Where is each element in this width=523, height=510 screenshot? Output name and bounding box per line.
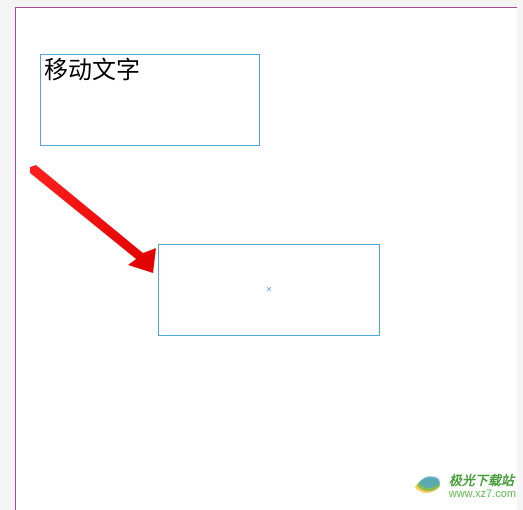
- watermark-title: 极光下载站: [449, 474, 516, 488]
- watermark-logo-icon: [411, 471, 443, 503]
- frame-center-marker: ×: [266, 285, 272, 296]
- watermark-url: www.xz7.com: [449, 488, 516, 500]
- text-frame-target[interactable]: ×: [158, 244, 380, 336]
- canvas-area[interactable]: 移动文字 × 极光下载站 www.xz7.com: [0, 0, 523, 510]
- watermark: 极光下载站 www.xz7.com: [411, 471, 516, 503]
- text-content: 移动文字: [44, 57, 256, 86]
- text-frame-source[interactable]: 移动文字: [40, 54, 260, 146]
